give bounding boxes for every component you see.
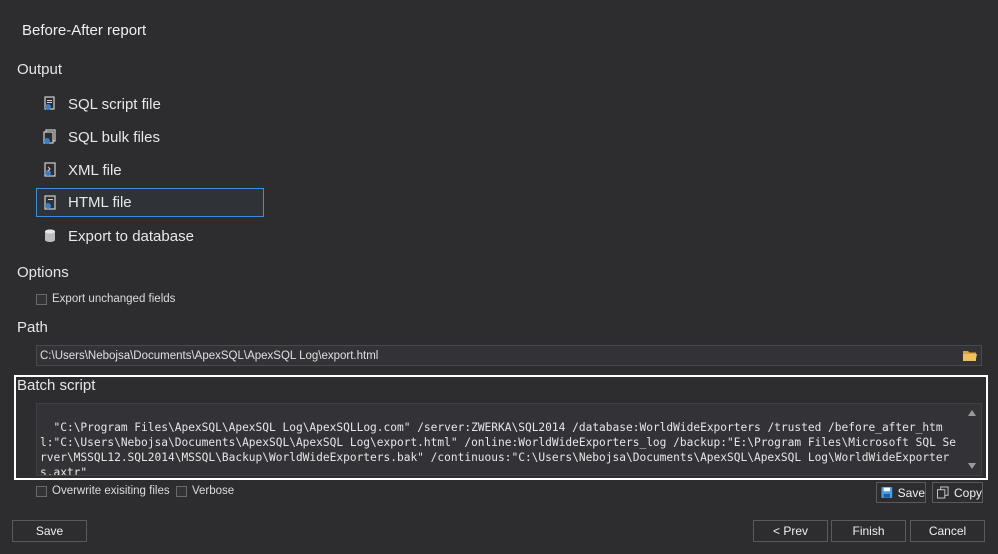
batch-heading: Batch script [17, 377, 96, 394]
cancel-button[interactable]: Cancel [910, 520, 985, 542]
output-option-xml[interactable]: XML file [36, 156, 264, 184]
export-unchanged-checkbox[interactable] [36, 293, 47, 305]
output-option-database[interactable]: Export to database [36, 222, 264, 250]
sql-bulk-icon [42, 129, 58, 145]
batch-script-text: "C:\Program Files\ApexSQL\ApexSQL Log\Ap… [40, 421, 957, 476]
finish-button[interactable]: Finish [831, 520, 906, 542]
save-button[interactable]: Save [12, 520, 87, 542]
page-title: Before-After report [22, 22, 147, 39]
path-input[interactable]: C:\Users\Nebojsa\Documents\ApexSQL\ApexS… [36, 345, 982, 366]
batch-scrollbar[interactable] [965, 405, 980, 474]
prev-button[interactable]: < Prev [753, 520, 828, 542]
output-option-label: Export to database [68, 227, 194, 245]
path-value: C:\Users\Nebojsa\Documents\ApexSQL\ApexS… [40, 349, 379, 362]
save-icon [881, 487, 893, 498]
options-heading: Options [17, 264, 69, 281]
output-option-label: HTML file [68, 194, 132, 211]
verbose-checkbox-row[interactable]: Verbose [176, 485, 234, 497]
output-heading: Output [17, 61, 63, 78]
sql-script-icon [42, 96, 58, 112]
export-unchanged-label: Export unchanged fields [52, 293, 176, 305]
save-script-button[interactable]: Save [876, 482, 926, 503]
html-file-icon [42, 194, 58, 211]
xml-file-icon [42, 162, 58, 178]
scroll-up-icon[interactable] [968, 410, 976, 416]
path-heading: Path [17, 319, 48, 336]
verbose-label: Verbose [192, 485, 235, 497]
overwrite-label: Overwrite exisiting files [52, 485, 170, 497]
copy-script-button[interactable]: Copy [932, 482, 983, 503]
output-option-sql-script[interactable]: SQL script file [36, 90, 264, 118]
output-option-html[interactable]: HTML file [36, 188, 264, 217]
batch-script-textarea[interactable]: "C:\Program Files\ApexSQL\ApexSQL Log\Ap… [36, 403, 982, 476]
output-option-label: XML file [68, 161, 122, 179]
output-option-label: SQL script file [68, 95, 161, 113]
output-option-sql-bulk[interactable]: SQL bulk files [36, 123, 264, 151]
overwrite-checkbox-row[interactable]: Overwrite exisiting files [36, 485, 170, 497]
database-icon [42, 228, 58, 244]
save-script-label: Save [897, 485, 925, 500]
export-unchanged-checkbox-row[interactable]: Export unchanged fields [36, 293, 175, 305]
scroll-down-icon[interactable] [968, 463, 976, 469]
browse-folder-icon[interactable] [962, 348, 978, 363]
copy-icon [937, 486, 949, 499]
verbose-checkbox[interactable] [176, 485, 187, 497]
output-option-label: SQL bulk files [68, 128, 160, 146]
copy-script-label: Copy [953, 485, 982, 500]
overwrite-checkbox[interactable] [36, 485, 47, 497]
